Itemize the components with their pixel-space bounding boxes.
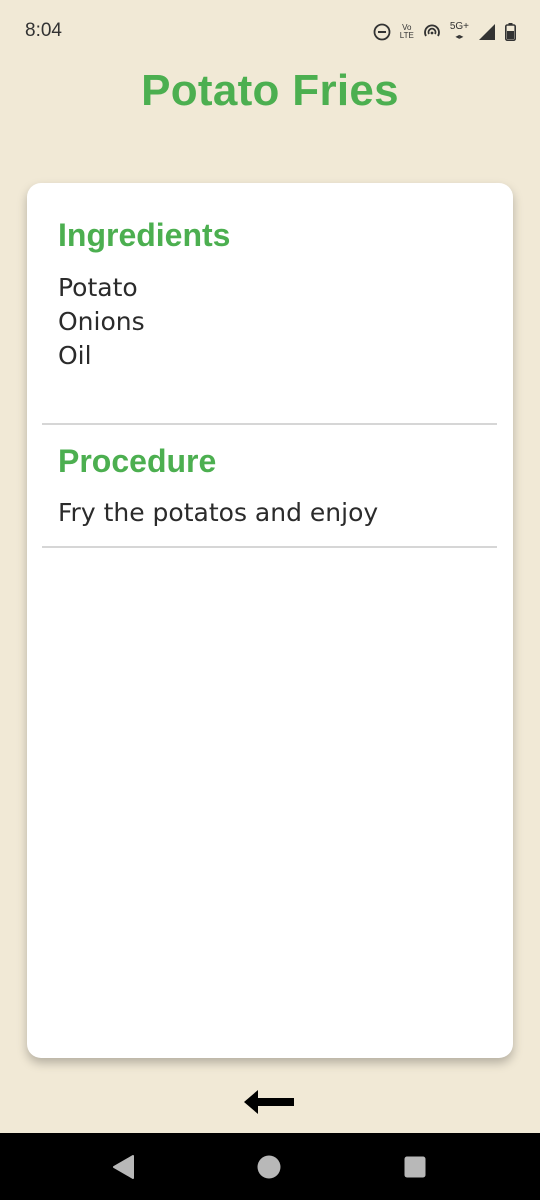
signal-icon <box>478 23 496 41</box>
do-not-disturb-icon <box>373 23 391 41</box>
volte-bottom-label: LTE <box>399 31 414 40</box>
nav-home-button[interactable] <box>255 1153 283 1181</box>
status-time: 8:04 <box>25 20 62 41</box>
ingredient-item: Oil <box>58 341 92 370</box>
nav-recents-button[interactable] <box>401 1153 429 1181</box>
volte-icon: Vo LTE <box>400 24 414 40</box>
page-title: Potato Fries <box>141 66 399 115</box>
square-recents-icon <box>401 1156 429 1185</box>
battery-icon <box>505 23 516 41</box>
network-type-label: 5G+ <box>449 21 469 32</box>
circle-home-icon <box>255 1155 283 1185</box>
system-nav-bar <box>0 1133 540 1200</box>
hotspot-icon <box>423 23 441 41</box>
nav-back-button[interactable] <box>110 1153 138 1181</box>
back-arrow-icon <box>244 1088 296 1120</box>
procedure-text: Fry the potatos and enjoy <box>58 498 379 527</box>
status-icons: Vo LTE 5G+ ◂▸ <box>373 18 516 46</box>
status-bar: 8:04 Vo LTE 5G+ ◂▸ <box>0 0 540 64</box>
back-button[interactable] <box>240 1086 300 1122</box>
triangle-back-icon <box>110 1155 138 1185</box>
recipe-card: Ingredients Potato Onions Oil Procedure … <box>27 183 513 1058</box>
procedure-heading: Procedure <box>58 443 217 479</box>
screen: 8:04 Vo LTE 5G+ ◂▸ Potato Fries Ingredie… <box>0 0 540 1200</box>
ingredient-list: Potato Onions Oil <box>58 271 145 373</box>
divider <box>42 423 497 425</box>
ingredient-item: Potato <box>58 273 138 302</box>
ingredient-item: Onions <box>58 307 145 336</box>
divider <box>42 546 497 548</box>
network-type-icon: 5G+ ◂▸ <box>449 21 469 42</box>
ingredients-heading: Ingredients <box>58 217 231 253</box>
